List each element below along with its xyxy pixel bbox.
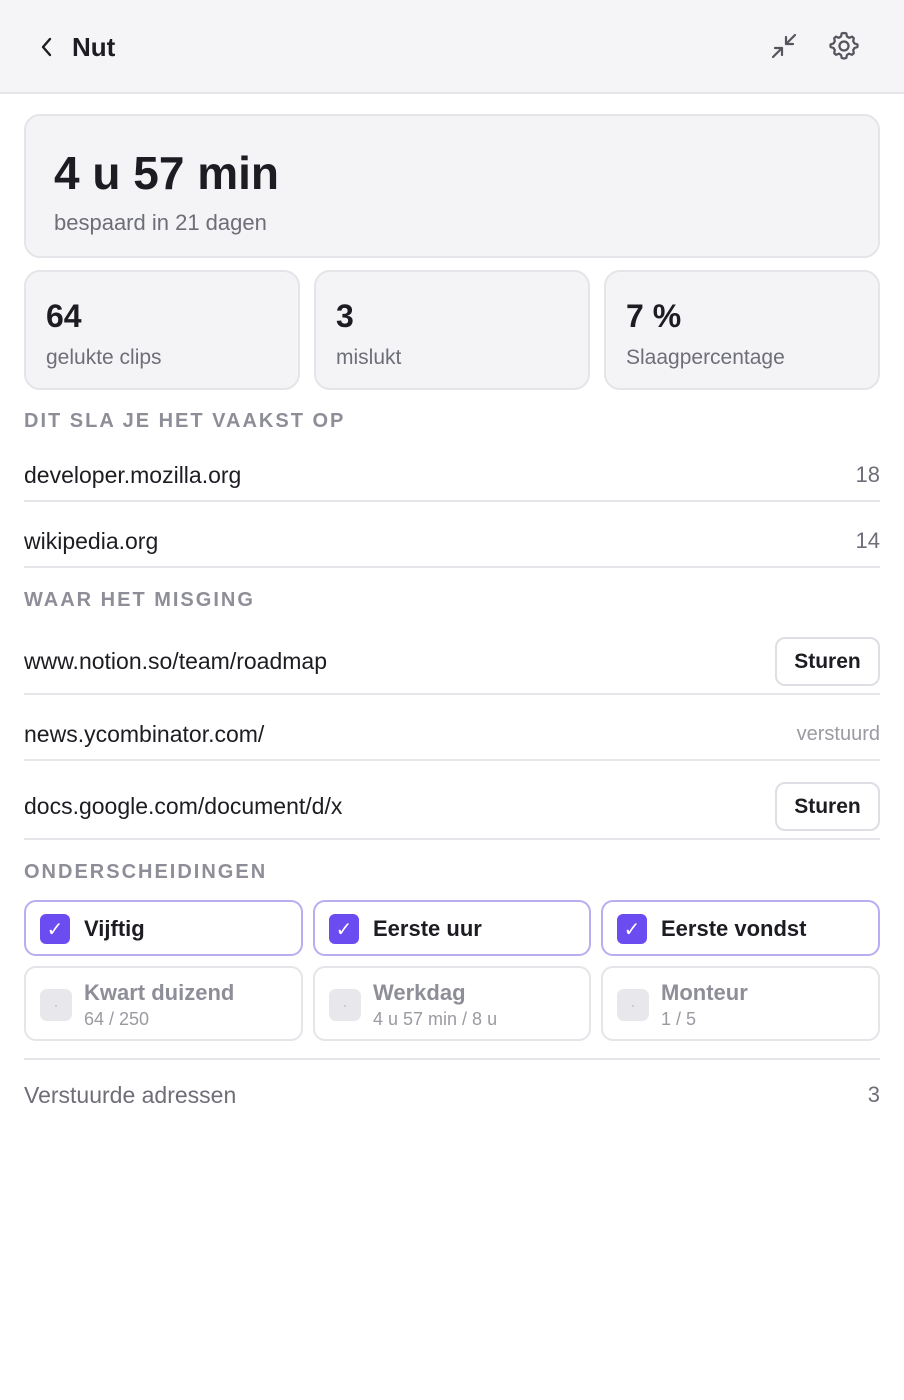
stat-value: 64 <box>46 298 82 334</box>
site-name: developer.mozilla.org <box>24 461 242 488</box>
award-label: Monteur <box>661 980 748 1005</box>
page-title: Nut <box>72 32 116 62</box>
award-locked: · Kwart duizend 64 / 250 <box>24 966 303 1041</box>
award-earned: ✓ Eerste vondst <box>601 900 880 956</box>
site-name: wikipedia.org <box>24 527 159 554</box>
failed-url: news.ycombinator.com/ <box>24 720 265 747</box>
failed-url: www.notion.so/team/roadmap <box>24 648 327 674</box>
stat-label: Slaagpercentage <box>626 346 785 369</box>
send-button[interactable]: Sturen <box>775 782 880 831</box>
section-title-awards: ONDERSCHEIDINGEN <box>24 861 268 883</box>
sent-addresses-label: Verstuurde adressen <box>24 1081 237 1108</box>
stat-label: mislukt <box>336 346 402 369</box>
list-item: news.ycombinator.com/ verstuurd <box>24 709 880 761</box>
sent-addresses-row[interactable]: Verstuurde adressen 3 <box>24 1058 880 1130</box>
settings-button[interactable] <box>822 24 866 68</box>
award-earned: ✓ Vijftig <box>24 900 303 956</box>
site-count: 14 <box>855 528 880 553</box>
stat-value: 7 % <box>626 298 682 334</box>
checkmark-icon: ✓ <box>617 914 647 944</box>
checkmark-icon: ✓ <box>40 914 70 944</box>
failed-url: docs.google.com/document/d/x <box>24 793 343 819</box>
award-label: Eerste vondst <box>661 916 807 941</box>
list-item: wikipedia.org 14 <box>24 516 880 568</box>
list-item: developer.mozilla.org 18 <box>24 450 880 502</box>
time-saved-card: 4 u 57 min bespaard in 21 dagen <box>24 114 880 258</box>
sent-addresses-count: 3 <box>867 1082 880 1107</box>
lock-placeholder-icon: · <box>617 989 649 1021</box>
checkmark-icon: ✓ <box>329 914 359 944</box>
award-label: Eerste uur <box>373 916 482 941</box>
stat-card-failed: 3 mislukt <box>314 270 590 390</box>
chevron-left-icon <box>41 37 52 57</box>
stat-card-success-rate: 7 % Slaagpercentage <box>604 270 880 390</box>
award-label: Werkdag <box>373 980 466 1005</box>
collapse-button[interactable] <box>762 24 806 68</box>
sent-status: verstuurd <box>796 722 880 745</box>
back-button[interactable] <box>30 28 64 66</box>
stat-card-successful: 64 gelukte clips <box>24 270 300 390</box>
time-saved-value: 4 u 57 min <box>54 147 279 199</box>
award-locked: · Monteur 1 / 5 <box>601 966 880 1041</box>
award-locked: · Werkdag 4 u 57 min / 8 u <box>313 966 591 1041</box>
list-item: www.notion.so/team/roadmap Sturen <box>24 630 880 695</box>
stat-label: gelukte clips <box>46 346 162 369</box>
award-label: Vijftig <box>84 916 145 941</box>
list-item: docs.google.com/document/d/x Sturen <box>24 775 880 840</box>
time-saved-subtitle: bespaard in 21 dagen <box>54 210 267 235</box>
section-title-top-sites: DIT SLA JE HET VAAKST OP <box>24 410 346 432</box>
award-progress: 1 / 5 <box>661 1009 697 1029</box>
stat-value: 3 <box>336 298 354 334</box>
lock-placeholder-icon: · <box>329 989 361 1021</box>
section-title-failures: WAAR HET MISGING <box>24 589 255 611</box>
lock-placeholder-icon: · <box>40 989 72 1021</box>
site-count: 18 <box>855 462 880 487</box>
header-bar: Nut <box>0 0 904 94</box>
minimize-arrows-icon <box>771 33 797 59</box>
award-earned: ✓ Eerste uur <box>313 900 591 956</box>
award-label: Kwart duizend <box>84 980 235 1005</box>
award-progress: 64 / 250 <box>84 1009 150 1029</box>
gear-icon <box>829 31 859 60</box>
award-progress: 4 u 57 min / 8 u <box>373 1009 498 1029</box>
send-button[interactable]: Sturen <box>775 637 880 686</box>
